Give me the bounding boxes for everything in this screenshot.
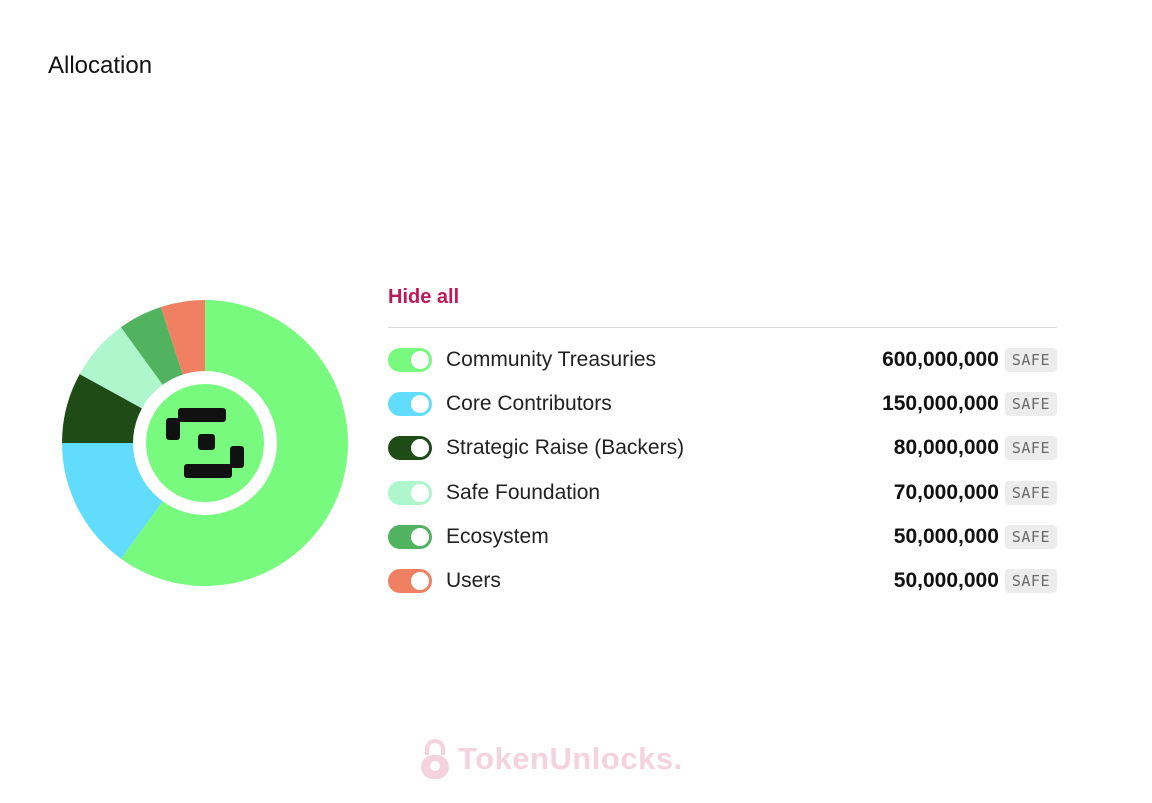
legend-item[interactable]: Ecosystem 50,000,000 SAFE <box>388 515 1057 559</box>
legend-divider <box>388 327 1057 328</box>
watermark-text: TokenUnlocks. <box>458 741 683 776</box>
token-badge: SAFE <box>1004 524 1057 549</box>
token-badge: SAFE <box>1004 392 1057 417</box>
series-toggle[interactable] <box>388 524 432 549</box>
legend-value: 80,000,000 <box>893 436 999 460</box>
legend-label: Ecosystem <box>446 524 549 548</box>
legend-item[interactable]: Safe Foundation 70,000,000 SAFE <box>388 471 1057 515</box>
legend-value: 600,000,000 <box>882 348 999 372</box>
token-badge: SAFE <box>1004 569 1057 594</box>
page-title: Allocation <box>48 52 153 79</box>
hide-all-button[interactable]: Hide all <box>388 284 459 311</box>
legend-list: Community Treasuries 600,000,000 SAFE Core … <box>388 338 1057 603</box>
legend-label: Safe Foundation <box>446 480 601 504</box>
legend-item[interactable]: Users 50,000,000 SAFE <box>388 559 1057 603</box>
toggle-knob <box>411 483 429 502</box>
series-toggle[interactable] <box>388 436 432 461</box>
toggle-knob <box>411 351 429 370</box>
legend-value: 50,000,000 <box>893 569 999 593</box>
toggle-knob <box>411 439 429 458</box>
toggle-knob <box>411 527 429 546</box>
series-toggle[interactable] <box>388 348 432 373</box>
toggle-knob <box>411 395 429 414</box>
watermark: TokenUnlocks. <box>418 736 683 782</box>
legend: Hide all Community Treasuries 600,000,000… <box>388 284 1057 603</box>
legend-value: 50,000,000 <box>893 524 999 548</box>
series-toggle[interactable] <box>388 569 432 594</box>
token-badge: SAFE <box>1004 480 1057 505</box>
toggle-knob <box>411 572 429 591</box>
legend-value: 70,000,000 <box>893 480 999 504</box>
legend-label: Community Treasuries <box>446 348 657 372</box>
allocation-donut-chart <box>60 298 350 588</box>
donut-svg <box>62 300 348 586</box>
token-badge: SAFE <box>1004 348 1057 373</box>
lock-icon <box>421 739 449 779</box>
legend-label: Core Contributors <box>446 392 612 416</box>
legend-label: Strategic Raise (Backers) <box>446 436 685 460</box>
series-toggle[interactable] <box>388 392 432 417</box>
series-toggle[interactable] <box>388 480 432 505</box>
legend-item[interactable]: Community Treasuries 600,000,000 SAFE <box>388 338 1057 382</box>
legend-item[interactable]: Core Contributors 150,000,000 SAFE <box>388 382 1057 426</box>
token-badge: SAFE <box>1004 436 1057 461</box>
legend-value: 150,000,000 <box>882 392 999 416</box>
legend-label: Users <box>446 569 501 593</box>
legend-item[interactable]: Strategic Raise (Backers) 80,000,000 SAFE <box>388 426 1057 470</box>
